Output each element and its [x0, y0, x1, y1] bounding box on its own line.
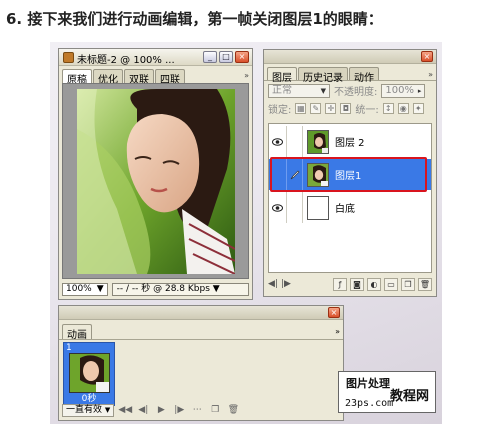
instruction-text: 6. 接下来我们进行动画编辑，第一帧关闭图层1的眼睛： — [6, 10, 383, 28]
layers-palette-footer: ◀| |▶ ƒ ◙ ◐ ▭ ❐ 🗑 — [268, 276, 432, 292]
watermark-line-3: 23ps.com — [345, 398, 394, 409]
close-icon[interactable]: × — [421, 51, 433, 62]
animation-palette-tabs: 动画 » — [59, 320, 343, 341]
layer-thumbnail — [307, 129, 329, 154]
minimize-button[interactable]: _ — [203, 51, 217, 63]
loop-value: 一直有效 — [66, 404, 103, 415]
tween-icon[interactable]: ⋯ — [190, 405, 204, 415]
tab-animation[interactable]: 动画 — [62, 324, 92, 341]
chevron-down-icon: ▼ — [104, 405, 111, 414]
download-time-text: -- / -- 秒 @ 28.8 Kbps — [116, 283, 210, 294]
scroll-left-icon[interactable]: ◀| — [268, 279, 278, 289]
document-window[interactable]: 未标题-2 @ 100% ... _ □ × 原稿 优化 双联 四联 » 100… — [58, 48, 253, 300]
tab-2-up[interactable]: 双联 — [124, 69, 154, 86]
watermark-line-2: 教程网 — [389, 389, 429, 404]
animation-palette-titlebar[interactable]: × — [59, 306, 343, 320]
blend-mode-value: 正常 — [272, 84, 292, 96]
zoom-dropdown[interactable]: 100% ▼ — [62, 282, 108, 296]
trash-icon[interactable]: 🗑 — [226, 405, 240, 415]
unify-style-icon[interactable]: ✦ — [412, 103, 424, 114]
layer-row-white-background[interactable]: 白底 — [269, 192, 431, 223]
chevron-right-icon: ▸ — [417, 86, 422, 95]
trash-icon[interactable]: 🗑 — [418, 277, 432, 291]
loop-dropdown[interactable]: 一直有效 ▼ — [62, 403, 115, 417]
lock-row: 锁定: ▦ ✎ ✛ ◘ 统一: ↕ ◉ ✦ — [264, 100, 436, 117]
tab-optimized[interactable]: 优化 — [93, 69, 123, 86]
first-frame-icon[interactable]: ◀◀ — [118, 405, 132, 415]
watermark: 图片处理 教程网 23ps.com — [338, 371, 436, 413]
next-frame-icon[interactable]: |▶ — [172, 405, 186, 415]
chevron-down-icon: ▼ — [212, 283, 220, 294]
unify-label: 统一: — [355, 105, 379, 116]
document-view-tabs: 原稿 优化 双联 四联 » — [62, 69, 249, 86]
layers-palette-titlebar[interactable]: × — [264, 50, 436, 64]
maximize-button[interactable]: □ — [219, 51, 233, 63]
layer-name: 图层1 — [335, 171, 362, 182]
unify-position-icon[interactable]: ↕ — [382, 103, 394, 114]
lock-move-icon[interactable]: ✛ — [325, 103, 337, 114]
document-icon — [63, 52, 74, 63]
document-photo — [77, 89, 235, 274]
tab-actions[interactable]: 动作 — [349, 67, 379, 84]
layers-palette-tabs: 图层 历史记录 动作 » — [264, 64, 436, 84]
duplicate-frame-icon[interactable]: ❐ — [208, 405, 222, 415]
add-mask-icon[interactable]: ◙ — [350, 277, 364, 291]
play-icon[interactable]: ▶ — [154, 405, 168, 415]
tab-original[interactable]: 原稿 — [62, 69, 92, 86]
tab-layers[interactable]: 图层 — [267, 67, 297, 84]
document-titlebar[interactable]: 未标题-2 @ 100% ... _ □ × — [59, 49, 252, 66]
panel-menu-icon[interactable]: » — [428, 67, 433, 80]
close-button[interactable]: × — [235, 51, 249, 63]
download-time-status[interactable]: -- / -- 秒 @ 28.8 Kbps ▼ — [111, 282, 249, 296]
chevron-down-icon: ▼ — [320, 86, 326, 95]
layers-palette[interactable]: × 图层 历史记录 动作 » 正常 ▼ 不透明度: 100% ▸ 锁定: ▦ ✎… — [263, 49, 437, 297]
layer-link-cell[interactable] — [287, 126, 303, 157]
panel-menu-icon[interactable]: » — [244, 69, 249, 83]
opacity-label: 不透明度: — [334, 87, 378, 98]
layer-link-cell[interactable] — [287, 192, 303, 223]
animation-footer: 一直有效 ▼ ◀◀ ◀| ▶ |▶ ⋯ ❐ 🗑 — [62, 403, 340, 417]
unify-visibility-icon[interactable]: ◉ — [397, 103, 409, 114]
animation-palette[interactable]: × 动画 » 1 0秒 一直有效 ▼ ◀◀ ◀| ▶ |▶ ⋯ ❐ 🗑 — [58, 305, 344, 421]
watermark-line-1: 图片处理 — [346, 377, 390, 390]
layer-name: 图层 2 — [335, 138, 365, 149]
tab-history[interactable]: 历史记录 — [298, 67, 348, 84]
previous-frame-icon[interactable]: ◀| — [136, 405, 150, 415]
opacity-value: 100% — [385, 84, 414, 96]
panel-menu-icon[interactable]: » — [335, 324, 340, 339]
adjustment-layer-icon[interactable]: ◐ — [367, 277, 381, 291]
chevron-down-icon: ▼ — [96, 283, 104, 294]
tab-4-up[interactable]: 四联 — [155, 69, 185, 86]
eye-hidden-cell[interactable] — [269, 159, 287, 190]
close-icon[interactable]: × — [328, 307, 340, 318]
zoom-value: 100% — [66, 283, 92, 294]
lock-label: 锁定: — [268, 105, 292, 116]
scroll-right-icon[interactable]: |▶ — [281, 279, 291, 289]
document-title: 未标题-2 @ 100% ... — [77, 55, 175, 66]
eye-icon[interactable] — [269, 126, 287, 157]
frame-number: 1 — [66, 343, 72, 353]
layer-thumbnail — [307, 162, 329, 187]
blend-mode-dropdown[interactable]: 正常 ▼ — [268, 83, 330, 98]
lock-all-icon[interactable]: ◘ — [340, 103, 352, 114]
frame-thumbnail — [69, 353, 110, 393]
eye-icon[interactable] — [269, 192, 287, 223]
lock-paint-icon[interactable]: ✎ — [310, 103, 322, 114]
layer-name: 白底 — [335, 204, 355, 215]
layer-effects-icon[interactable]: ƒ — [333, 277, 347, 291]
new-folder-icon[interactable]: ▭ — [384, 277, 398, 291]
layer-row-layer-2[interactable]: 图层 2 — [269, 126, 431, 157]
opacity-field[interactable]: 100% ▸ — [381, 83, 426, 98]
new-layer-icon[interactable]: ❐ — [401, 277, 415, 291]
animation-frame[interactable]: 1 0秒 — [63, 342, 115, 406]
layer-row-layer-1[interactable]: 图层1 — [269, 159, 431, 190]
paintbrush-icon[interactable] — [287, 159, 303, 190]
layer-list: 图层 2 图层1 白底 — [268, 123, 432, 273]
canvas-area[interactable] — [62, 83, 249, 279]
document-status-bar: 100% ▼ -- / -- 秒 @ 28.8 Kbps ▼ — [62, 282, 249, 296]
lock-transparency-icon[interactable]: ▦ — [295, 103, 307, 114]
blend-row: 正常 ▼ 不透明度: 100% ▸ — [264, 81, 436, 100]
layer-thumbnail — [307, 195, 329, 220]
